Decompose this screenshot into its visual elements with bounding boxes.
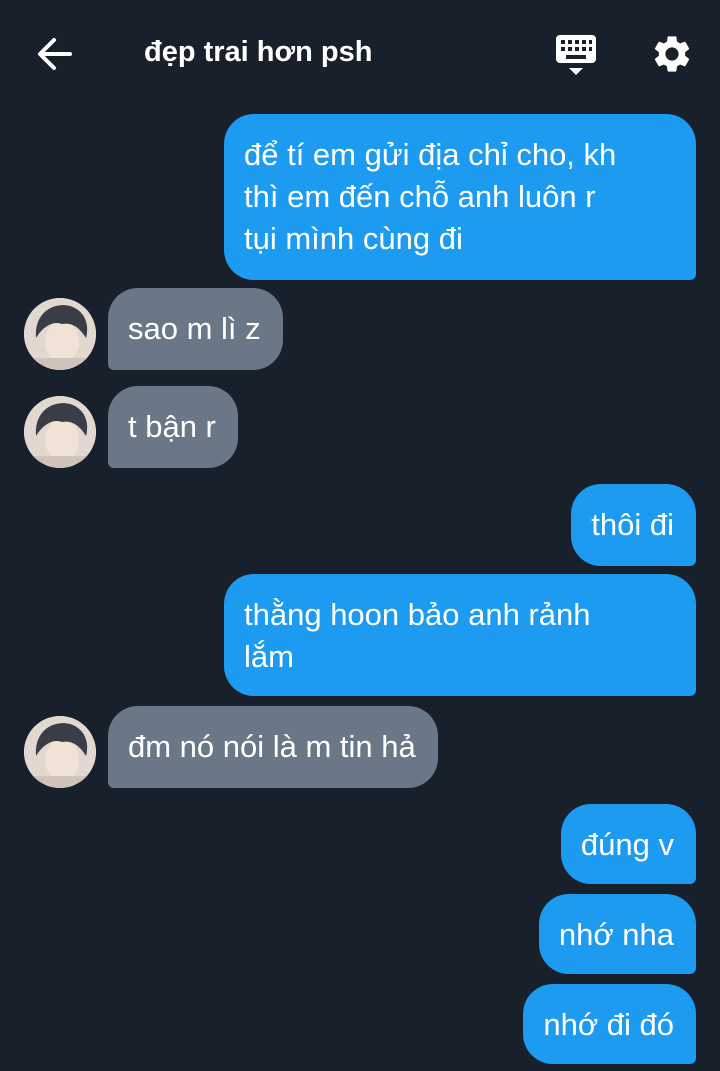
keyboard-icon [556,35,596,75]
chat-header: đẹp trai hơn psh [0,0,720,106]
avatar-photo [24,396,96,468]
arrow-left-icon [38,38,72,70]
message-bubble-outgoing[interactable]: nhớ đi đó [523,984,696,1064]
avatar[interactable] [24,716,96,788]
back-button[interactable] [34,34,78,74]
chat-screen: đẹp trai hơn psh để tí em gửi địa chỉ ch… [0,0,720,1071]
avatar-photo [24,716,96,788]
conversation-title: đẹp trai hơn psh [144,36,373,68]
message-bubble-outgoing[interactable]: nhớ nha [538,894,696,974]
message-bubble-outgoing[interactable]: đúng v [560,804,696,884]
gear-icon [654,36,690,72]
keyboard-button[interactable] [554,33,598,77]
message-bubble-incoming[interactable]: t bận r [108,386,238,468]
message-bubble-outgoing[interactable]: thằng hoon bảo anh rảnh lắm [224,574,696,696]
message-bubble-incoming[interactable]: đm nó nói là m tin hả [108,706,438,788]
avatar[interactable] [24,396,96,468]
settings-button[interactable] [650,32,694,76]
avatar-photo [24,298,96,370]
message-bubble-outgoing[interactable]: để tí em gửi địa chỉ cho, kh thì em đến … [224,114,696,280]
message-bubble-outgoing[interactable]: thôi đi [571,484,696,566]
message-bubble-incoming[interactable]: sao m lì z [108,288,283,370]
avatar[interactable] [24,298,96,370]
